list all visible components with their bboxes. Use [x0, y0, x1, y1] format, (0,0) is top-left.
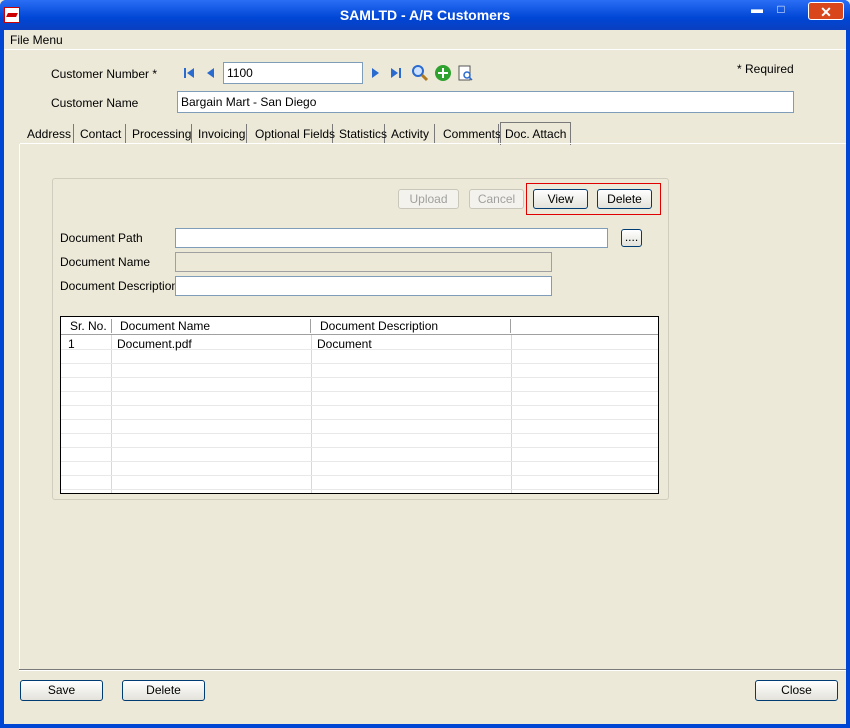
row-line — [61, 489, 658, 490]
tab-optional-fields[interactable]: Optional Fields — [251, 124, 335, 144]
next-record-icon[interactable] — [367, 65, 383, 81]
delete-document-button[interactable]: Delete — [597, 189, 652, 209]
column-line — [511, 335, 512, 493]
row-line — [61, 419, 658, 420]
column-header-sr-no[interactable]: Sr. No. — [70, 319, 107, 333]
delete-customer-button[interactable]: Delete — [122, 680, 205, 701]
column-separator — [310, 319, 311, 333]
client-area: Customer Number * 1100 * Required Custom… — [4, 50, 846, 724]
view-button[interactable]: View — [533, 189, 588, 209]
document-name-input — [175, 252, 552, 272]
column-line — [311, 335, 312, 493]
minimize-button[interactable]: ▬ — [744, 2, 770, 16]
cell-document-name: Document.pdf — [117, 337, 192, 351]
tab-comments[interactable]: Comments — [439, 124, 501, 144]
tab-pane-border — [19, 144, 20, 669]
row-line — [61, 433, 658, 434]
tab-contact[interactable]: Contact — [76, 124, 126, 144]
tab-address[interactable]: Address — [23, 124, 74, 144]
column-header-document-name[interactable]: Document Name — [120, 319, 210, 333]
grid-header: Sr. No. Document Name Document Descripti… — [61, 317, 658, 335]
row-line — [61, 391, 658, 392]
documents-grid: Sr. No. Document Name Document Descripti… — [60, 316, 659, 494]
tab-statistics[interactable]: Statistics — [335, 124, 387, 144]
row-line — [61, 447, 658, 448]
last-record-icon[interactable] — [388, 65, 404, 81]
zoom-document-icon[interactable] — [458, 65, 474, 82]
row-line — [61, 461, 658, 462]
document-description-label: Document Description — [60, 279, 179, 293]
document-name-label: Document Name — [60, 255, 151, 269]
row-line — [61, 475, 658, 476]
tab-activity[interactable]: Activity — [387, 124, 435, 144]
required-note: * Required — [737, 62, 794, 76]
save-button[interactable]: Save — [20, 680, 103, 701]
column-line — [111, 335, 112, 493]
add-new-icon[interactable] — [434, 64, 452, 82]
customer-number-input[interactable]: 1100 — [223, 62, 363, 84]
menu-bar: File Menu — [4, 30, 846, 50]
row-line — [61, 377, 658, 378]
document-path-label: Document Path — [60, 231, 143, 245]
row-line — [61, 363, 658, 364]
title-bar[interactable]: SAMLTD - A/R Customers ▬ □ ✕ — [0, 0, 850, 30]
customer-number-label: Customer Number * — [51, 67, 158, 81]
column-separator — [111, 319, 112, 333]
app-window: SAMLTD - A/R Customers ▬ □ ✕ File Menu C… — [0, 0, 850, 728]
cancel-button[interactable]: Cancel — [469, 189, 524, 209]
close-window-button[interactable]: ✕ — [808, 2, 844, 20]
upload-button[interactable]: Upload — [398, 189, 459, 209]
tab-invoicing[interactable]: Invoicing — [194, 124, 247, 144]
search-icon[interactable] — [411, 64, 429, 82]
column-separator — [510, 319, 511, 333]
browse-button[interactable]: .... — [621, 229, 642, 247]
previous-record-icon[interactable] — [203, 65, 219, 81]
close-button[interactable]: Close — [755, 680, 838, 701]
row-line — [61, 405, 658, 406]
first-record-icon[interactable] — [181, 65, 197, 81]
footer-separator-highlight — [19, 670, 846, 671]
customer-name-input[interactable]: Bargain Mart - San Diego — [177, 91, 794, 113]
file-menu[interactable]: File Menu — [10, 33, 63, 47]
document-description-input[interactable] — [175, 276, 552, 296]
cell-sr-no: 1 — [68, 337, 75, 351]
cell-document-description: Document — [317, 337, 372, 351]
column-header-document-description[interactable]: Document Description — [320, 319, 438, 333]
window-title: SAMLTD - A/R Customers — [339, 7, 511, 23]
tab-doc-attach[interactable]: Doc. Attach — [500, 122, 571, 145]
tab-baseline — [20, 143, 846, 144]
tab-processing[interactable]: Processing — [128, 124, 192, 144]
maximize-button[interactable]: □ — [768, 2, 794, 16]
customer-name-label: Customer Name — [51, 96, 139, 110]
document-path-input[interactable] — [175, 228, 608, 248]
